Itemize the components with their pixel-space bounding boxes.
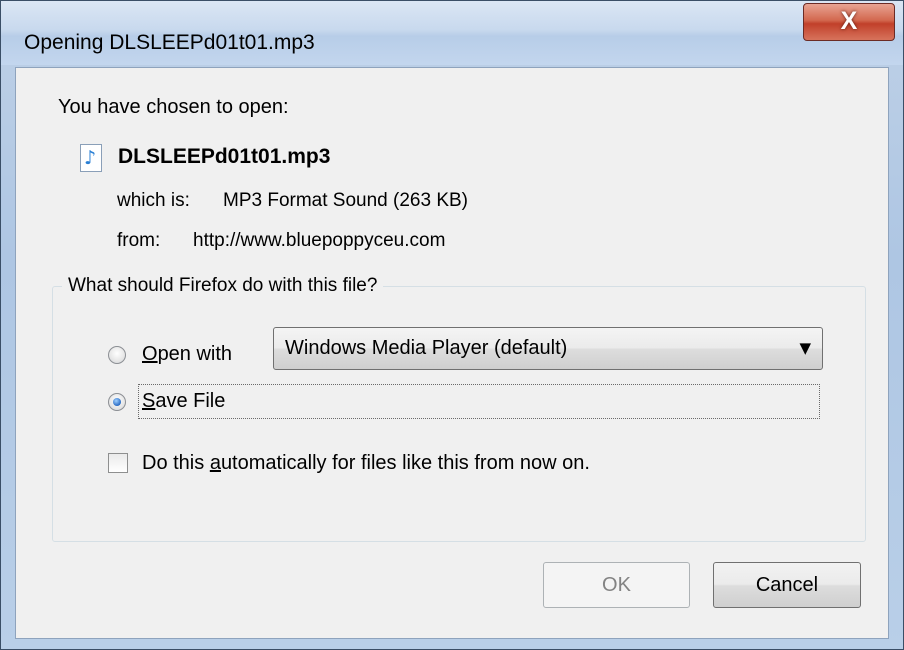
file-source-label: from: <box>117 230 161 251</box>
save-file-radio[interactable] <box>108 393 126 411</box>
application-select-value: Windows Media Player (default) <box>285 337 568 359</box>
close-icon: X <box>840 7 858 35</box>
file-type-label: which is: <box>117 190 190 211</box>
action-group-title: What should Firefox do with this file? <box>62 275 384 297</box>
application-select[interactable]: Windows Media Player (default) ▼ <box>273 327 823 370</box>
chevron-down-icon: ▼ <box>799 339 811 357</box>
dialog-window: Opening DLSLEEPd01t01.mp3 X You have cho… <box>0 0 904 650</box>
dialog-body: You have chosen to open: ♪ DLSLEEPd01t01… <box>15 67 889 639</box>
music-note-icon: ♪ <box>84 147 97 169</box>
mp3-file-icon: ♪ <box>80 144 102 172</box>
save-file-label[interactable]: Save File <box>142 390 225 413</box>
save-file-focus-rect <box>138 384 820 419</box>
close-button[interactable]: X <box>803 3 895 41</box>
ok-button[interactable]: OK <box>543 562 690 608</box>
cancel-button[interactable]: Cancel <box>713 562 861 608</box>
file-source-value: http://www.bluepoppyceu.com <box>193 230 446 251</box>
title-bar[interactable]: Opening DLSLEEPd01t01.mp3 X <box>1 1 903 65</box>
chosen-to-open-label: You have chosen to open: <box>58 96 289 118</box>
auto-action-label[interactable]: Do this automatically for files like thi… <box>142 452 590 475</box>
open-with-label[interactable]: Open with <box>142 343 232 366</box>
file-name: DLSLEEPd01t01.mp3 <box>118 145 331 168</box>
auto-action-checkbox[interactable] <box>108 453 128 473</box>
window-title: Opening DLSLEEPd01t01.mp3 <box>24 31 315 54</box>
open-with-radio[interactable] <box>108 346 126 364</box>
file-type-value: MP3 Format Sound (263 KB) <box>223 190 468 211</box>
